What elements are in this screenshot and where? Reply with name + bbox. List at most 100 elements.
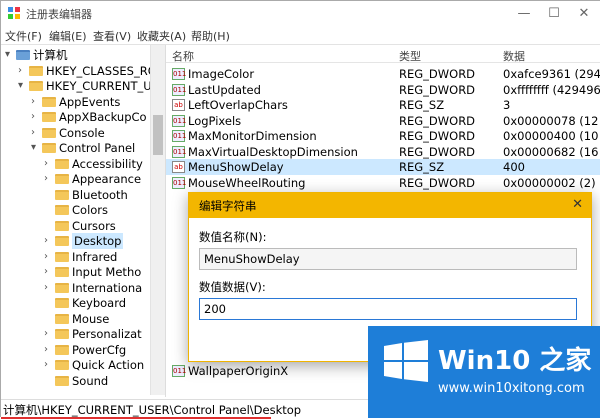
- chevron-right-icon[interactable]: [44, 202, 53, 218]
- title-bar: 注册表编辑器 — ☐ ✕: [1, 1, 600, 25]
- table-row[interactable]: 011 MaxMonitorDimension REG_DWORD 0x0000040…: [166, 128, 600, 144]
- chevron-right-icon[interactable]: ›: [44, 264, 53, 280]
- string-value-icon: ab: [172, 161, 185, 173]
- folder-icon: [55, 375, 69, 386]
- cell-data: 0x00000002 (2): [503, 175, 596, 190]
- chevron-down-icon[interactable]: ▾: [31, 140, 40, 156]
- binary-value-icon: 011: [172, 114, 187, 127]
- menu-view[interactable]: 查看(V): [93, 28, 131, 44]
- chevron-right-icon[interactable]: [44, 373, 53, 389]
- value-name-field[interactable]: MenuShowDelay: [199, 248, 577, 270]
- folder-icon: [29, 81, 43, 91]
- folder-icon: [55, 158, 69, 169]
- tree-item-label: Cursors: [72, 218, 116, 233]
- maximize-icon[interactable]: ☐: [539, 1, 569, 25]
- tree-item-label: Quick Action: [72, 358, 145, 372]
- tree-item-label: Mouse: [72, 311, 110, 326]
- chevron-right-icon[interactable]: [44, 218, 53, 234]
- chevron-down-icon[interactable]: ▾: [5, 47, 14, 63]
- folder-icon: [55, 313, 69, 324]
- chevron-right-icon[interactable]: ›: [31, 125, 40, 141]
- tree-item-label: Bluetooth: [72, 187, 128, 202]
- cell-data: 3: [503, 98, 511, 112]
- table-row[interactable]: 011 ImageColor REG_DWORD 0xafce9361 (294: [166, 66, 600, 82]
- binary-value-icon: 011: [172, 68, 187, 80]
- cell-type: REG_SZ: [399, 98, 445, 112]
- menu-bar: 文件(F) 编辑(E) 查看(V) 收藏夹(A) 帮助(H): [1, 25, 600, 45]
- tree-item-label: Internationa: [72, 280, 143, 295]
- cell-type: REG_DWORD: [399, 82, 476, 97]
- cell-data: 0x00000400 (10: [503, 129, 599, 143]
- chevron-right-icon[interactable]: ›: [44, 326, 53, 342]
- cell-name: LogPixels: [188, 113, 242, 128]
- menu-help[interactable]: 帮助(H): [191, 28, 230, 44]
- binary-value-icon: 011: [172, 145, 187, 158]
- folder-icon: [55, 360, 69, 370]
- cell-data: 0x00000682 (16: [503, 144, 599, 159]
- menu-file[interactable]: 文件(F): [5, 28, 42, 44]
- cell-data: 400: [503, 160, 525, 174]
- folder-icon: [55, 189, 69, 200]
- table-row[interactable]: 011 MouseWheelRouting REG_DWORD 0x00000002 …: [166, 175, 600, 191]
- cell-name: MouseWheelRouting: [188, 175, 306, 190]
- minimize-icon[interactable]: —: [509, 1, 539, 25]
- chevron-right-icon[interactable]: ›: [44, 280, 53, 296]
- cell-data: 0x00000078 (12: [503, 113, 599, 128]
- tree-item-label: Infrared: [72, 249, 118, 264]
- cell-type: REG_SZ: [399, 160, 445, 174]
- folder-icon: [55, 298, 69, 308]
- tree-item-label: Appearance: [72, 172, 142, 186]
- chevron-right-icon[interactable]: [44, 311, 53, 327]
- folder-icon: [42, 96, 56, 107]
- chevron-right-icon[interactable]: ›: [44, 156, 53, 172]
- folder-icon: [55, 205, 69, 215]
- tree-item-label: HKEY_CURRENT_U: [46, 79, 152, 93]
- chevron-right-icon[interactable]: ›: [44, 233, 53, 249]
- folder-icon: [42, 127, 56, 138]
- menu-favorites[interactable]: 收藏夹(A): [137, 28, 186, 44]
- folder-icon: [55, 251, 69, 262]
- close-icon[interactable]: ✕: [572, 197, 583, 212]
- tree-item-label: Sound: [72, 373, 109, 388]
- chevron-right-icon[interactable]: [44, 295, 53, 311]
- column-data[interactable]: 数据: [503, 48, 525, 64]
- chevron-right-icon[interactable]: ›: [44, 249, 53, 265]
- chevron-right-icon[interactable]: ›: [44, 171, 53, 187]
- dialog-title-bar: 编辑字符串 ✕: [189, 193, 591, 218]
- watermark-brand: Win10 之家: [438, 346, 592, 376]
- chevron-right-icon[interactable]: ›: [31, 94, 40, 110]
- table-row[interactable]: 011 MaxVirtualDesktopDimension REG_DWORD 0x…: [166, 144, 600, 160]
- chevron-right-icon[interactable]: ›: [31, 109, 40, 125]
- tree-scrollbar[interactable]: [150, 45, 165, 395]
- watermark-url: www.win10xitong.com: [438, 381, 585, 396]
- chevron-down-icon[interactable]: ▾: [18, 78, 27, 94]
- close-icon[interactable]: ✕: [569, 1, 599, 25]
- cell-name: WallpaperOriginX: [188, 364, 289, 378]
- chevron-right-icon[interactable]: ›: [44, 357, 53, 373]
- folder-icon: [55, 329, 69, 339]
- chevron-right-icon[interactable]: ›: [44, 342, 53, 358]
- scrollbar-thumb[interactable]: [153, 115, 163, 155]
- chevron-right-icon[interactable]: [44, 187, 53, 203]
- tree-item-label: AppXBackupCo: [59, 110, 147, 124]
- folder-icon: [55, 236, 69, 246]
- table-row[interactable]: ab MenuShowDelay REG_SZ 400: [166, 159, 600, 175]
- column-type[interactable]: 类型: [399, 48, 421, 64]
- menu-edit[interactable]: 编辑(E): [49, 28, 87, 44]
- registry-tree[interactable]: ▾ 计算机 › HKEY_CLASSES_RO ▾ HKEY_CURRENT_U › AppE…: [1, 45, 165, 397]
- cell-data: 0xffffffff (429496: [503, 82, 600, 97]
- table-row[interactable]: 011 LastUpdated REG_DWORD 0xffffffff (42949…: [166, 82, 600, 98]
- string-value-icon: ab: [172, 99, 185, 111]
- tree-item-label: AppEvents: [59, 94, 121, 109]
- watermark: Win10 之家 www.win10xitong.com: [368, 326, 600, 418]
- cell-type: REG_DWORD: [399, 113, 476, 128]
- binary-value-icon: 011: [172, 365, 187, 377]
- folder-icon: [42, 112, 56, 122]
- column-name[interactable]: 名称: [172, 48, 194, 64]
- status-path: 计算机\HKEY_CURRENT_USER\Control Panel\Desk…: [3, 403, 302, 417]
- table-row[interactable]: ab LeftOverlapChars REG_SZ 3: [166, 97, 600, 113]
- table-row[interactable]: 011 LogPixels REG_DWORD 0x00000078 (12: [166, 113, 600, 129]
- chevron-right-icon[interactable]: ›: [18, 63, 27, 79]
- binary-value-icon: 011: [172, 130, 187, 142]
- value-data-field[interactable]: 200: [199, 298, 577, 320]
